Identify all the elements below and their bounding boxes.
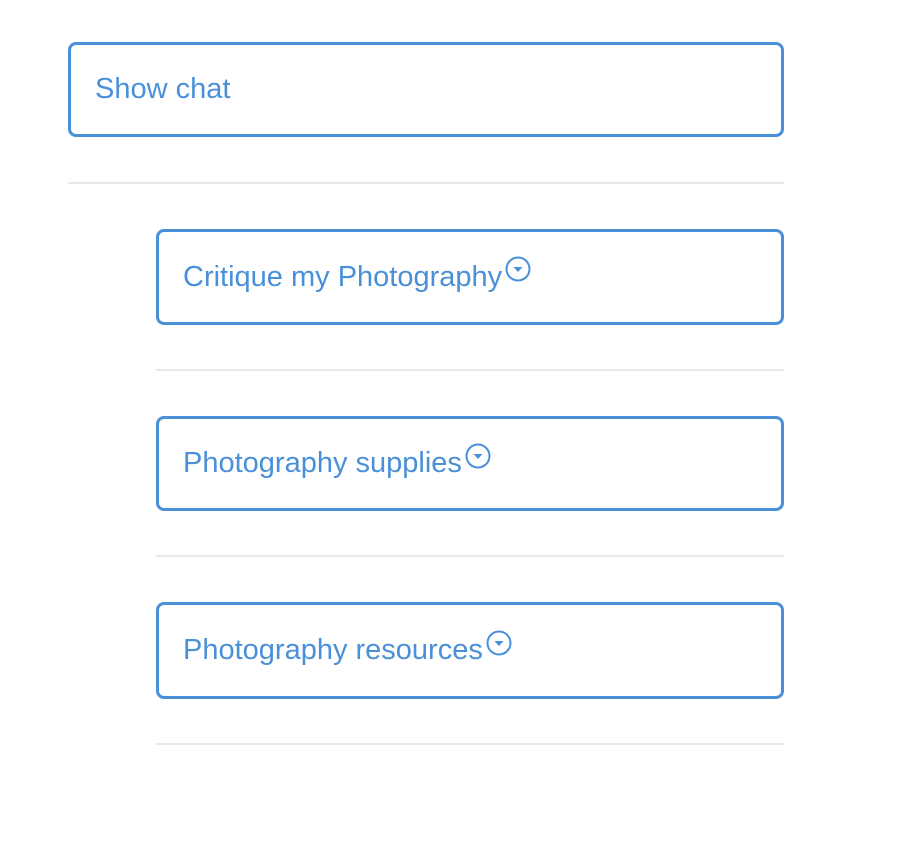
- chevron-down-circle-icon: [486, 630, 512, 656]
- show-chat-label: Show chat: [95, 73, 231, 105]
- divider: [156, 555, 784, 557]
- category-button-critique[interactable]: Critique my Photography: [156, 229, 784, 325]
- divider: [156, 369, 784, 371]
- divider: [156, 743, 784, 745]
- chevron-down-circle-icon: [505, 256, 531, 282]
- category-label: Photography resources: [183, 634, 483, 666]
- chevron-down-circle-icon: [465, 443, 491, 469]
- category-label: Critique my Photography: [183, 260, 503, 293]
- category-label: Photography supplies: [183, 447, 462, 479]
- divider: [68, 182, 784, 184]
- show-chat-button[interactable]: Show chat: [68, 42, 784, 137]
- category-button-resources[interactable]: Photography resources: [156, 602, 784, 699]
- category-button-supplies[interactable]: Photography supplies: [156, 416, 784, 511]
